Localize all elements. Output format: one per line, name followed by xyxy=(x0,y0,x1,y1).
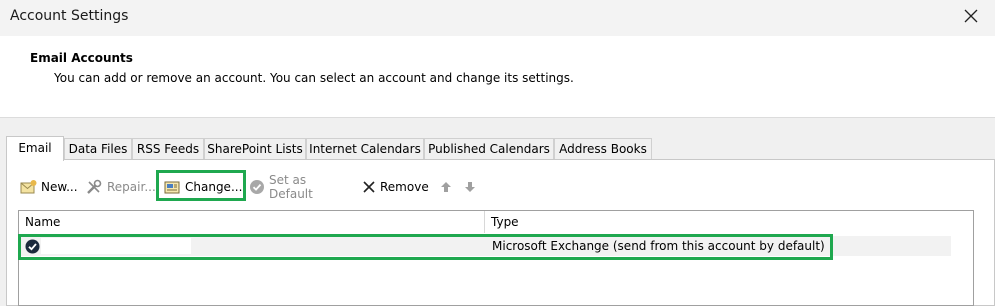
remove-x-icon xyxy=(363,181,375,193)
change-button-highlight xyxy=(156,170,246,201)
repair-button[interactable]: Repair... xyxy=(86,176,156,198)
set-as-default-button[interactable]: Set as Default xyxy=(249,173,313,201)
column-header-name[interactable]: Name xyxy=(19,211,485,233)
move-up-button[interactable] xyxy=(440,176,452,198)
tab-published-calendars[interactable]: Published Calendars xyxy=(424,138,554,159)
arrow-up-icon xyxy=(441,182,451,192)
tab-rss-feeds[interactable]: RSS Feeds xyxy=(132,138,204,159)
section-title: Email Accounts xyxy=(30,51,133,65)
tab-email[interactable]: Email xyxy=(6,136,64,161)
check-circle-icon xyxy=(250,180,264,194)
header-section: Email Accounts You can add or remove an … xyxy=(0,36,995,118)
new-account-icon xyxy=(20,180,37,194)
new-button[interactable]: New... xyxy=(20,176,78,198)
tab-data-files[interactable]: Data Files xyxy=(64,138,132,159)
column-header-type[interactable]: Type xyxy=(485,211,973,233)
remove-button[interactable]: Remove xyxy=(362,176,429,198)
repair-tools-icon xyxy=(87,179,102,194)
window-title: Account Settings xyxy=(10,8,129,24)
tab-sharepoint-lists[interactable]: SharePoint Lists xyxy=(204,138,306,159)
section-description: You can add or remove an account. You ca… xyxy=(54,71,574,85)
close-icon[interactable] xyxy=(960,5,982,27)
move-down-button[interactable] xyxy=(464,176,476,198)
tab-internet-calendars[interactable]: Internet Calendars xyxy=(306,138,424,159)
tab-address-books[interactable]: Address Books xyxy=(554,138,652,159)
arrow-down-icon xyxy=(465,182,475,192)
title-bar: Account Settings xyxy=(0,0,995,36)
account-row-highlight xyxy=(18,234,833,260)
